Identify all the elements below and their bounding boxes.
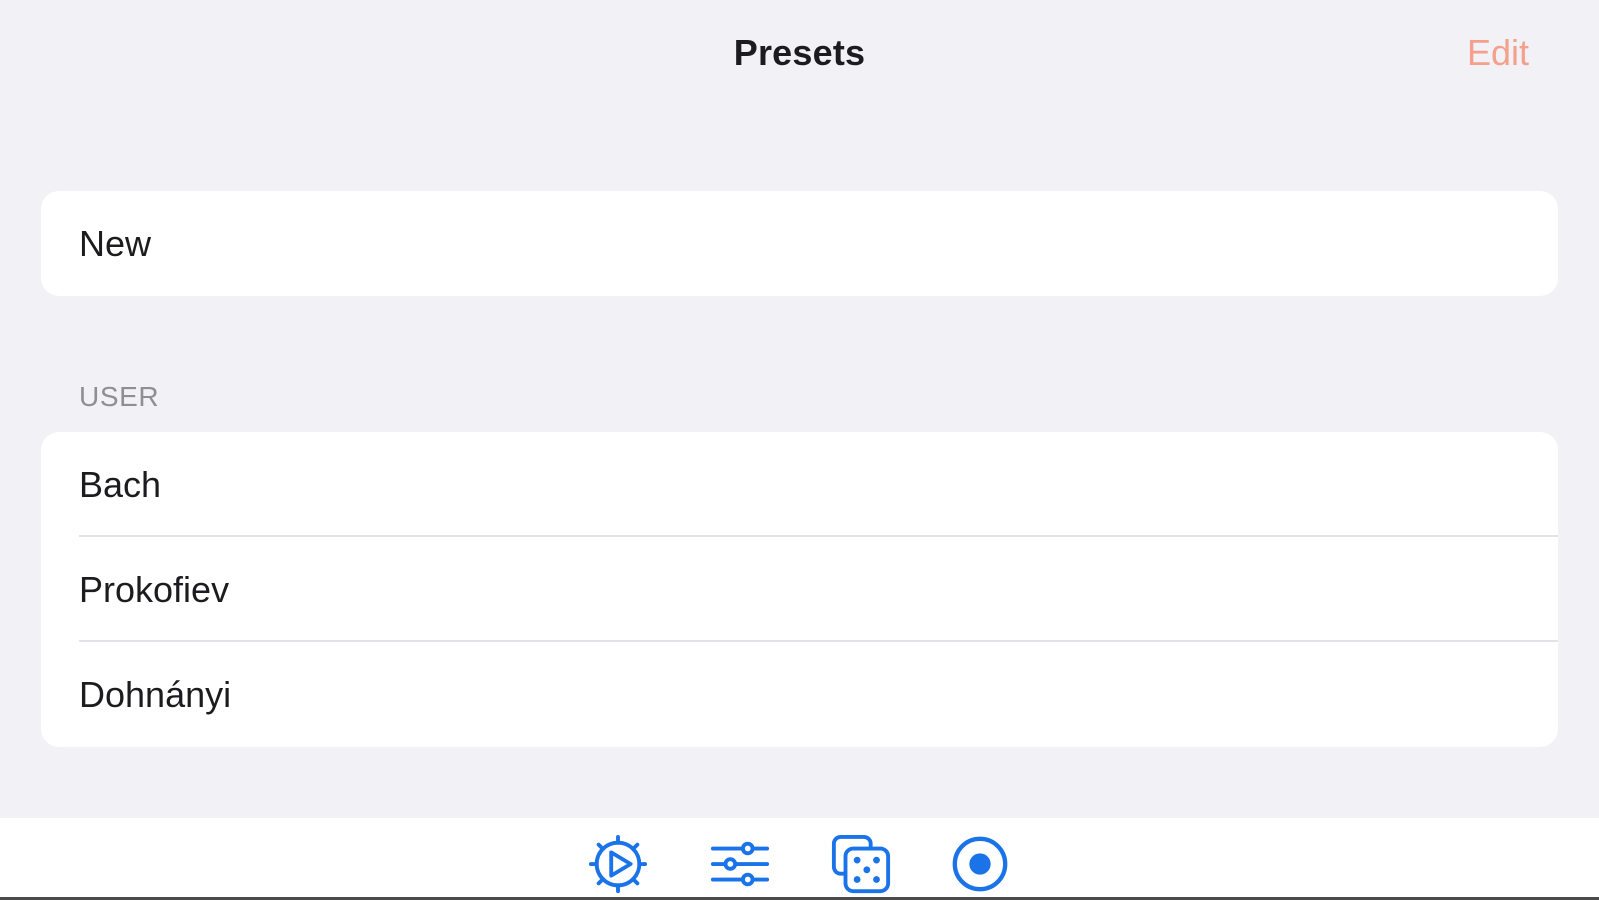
new-preset-card: New: [41, 191, 1558, 296]
gear-play-icon: [588, 834, 648, 894]
new-preset-button[interactable]: New: [41, 191, 1558, 296]
tab-gear-play[interactable]: [586, 832, 650, 896]
list-item[interactable]: Prokofiev: [41, 537, 1558, 642]
navigation-bar: Presets Edit: [0, 0, 1599, 110]
page-title: Presets: [733, 32, 866, 73]
edit-button[interactable]: Edit: [1467, 32, 1529, 74]
preset-label: Dohnányi: [79, 673, 232, 715]
tab-record[interactable]: [948, 832, 1012, 896]
dice-icon: [831, 834, 891, 894]
tab-sliders[interactable]: [708, 832, 772, 896]
sliders-icon: [710, 841, 770, 887]
preset-label: Bach: [79, 463, 162, 505]
new-preset-label: New: [79, 222, 152, 264]
list-item[interactable]: Dohnányi: [41, 642, 1558, 747]
list-item[interactable]: Bach: [41, 432, 1558, 537]
user-presets-list: Bach Prokofiev Dohnányi: [41, 432, 1558, 747]
tab-dice[interactable]: [829, 832, 893, 896]
preset-label: Prokofiev: [79, 568, 230, 610]
user-section-header: USER: [79, 381, 160, 412]
tab-bar: [0, 818, 1599, 900]
record-icon: [952, 836, 1008, 892]
